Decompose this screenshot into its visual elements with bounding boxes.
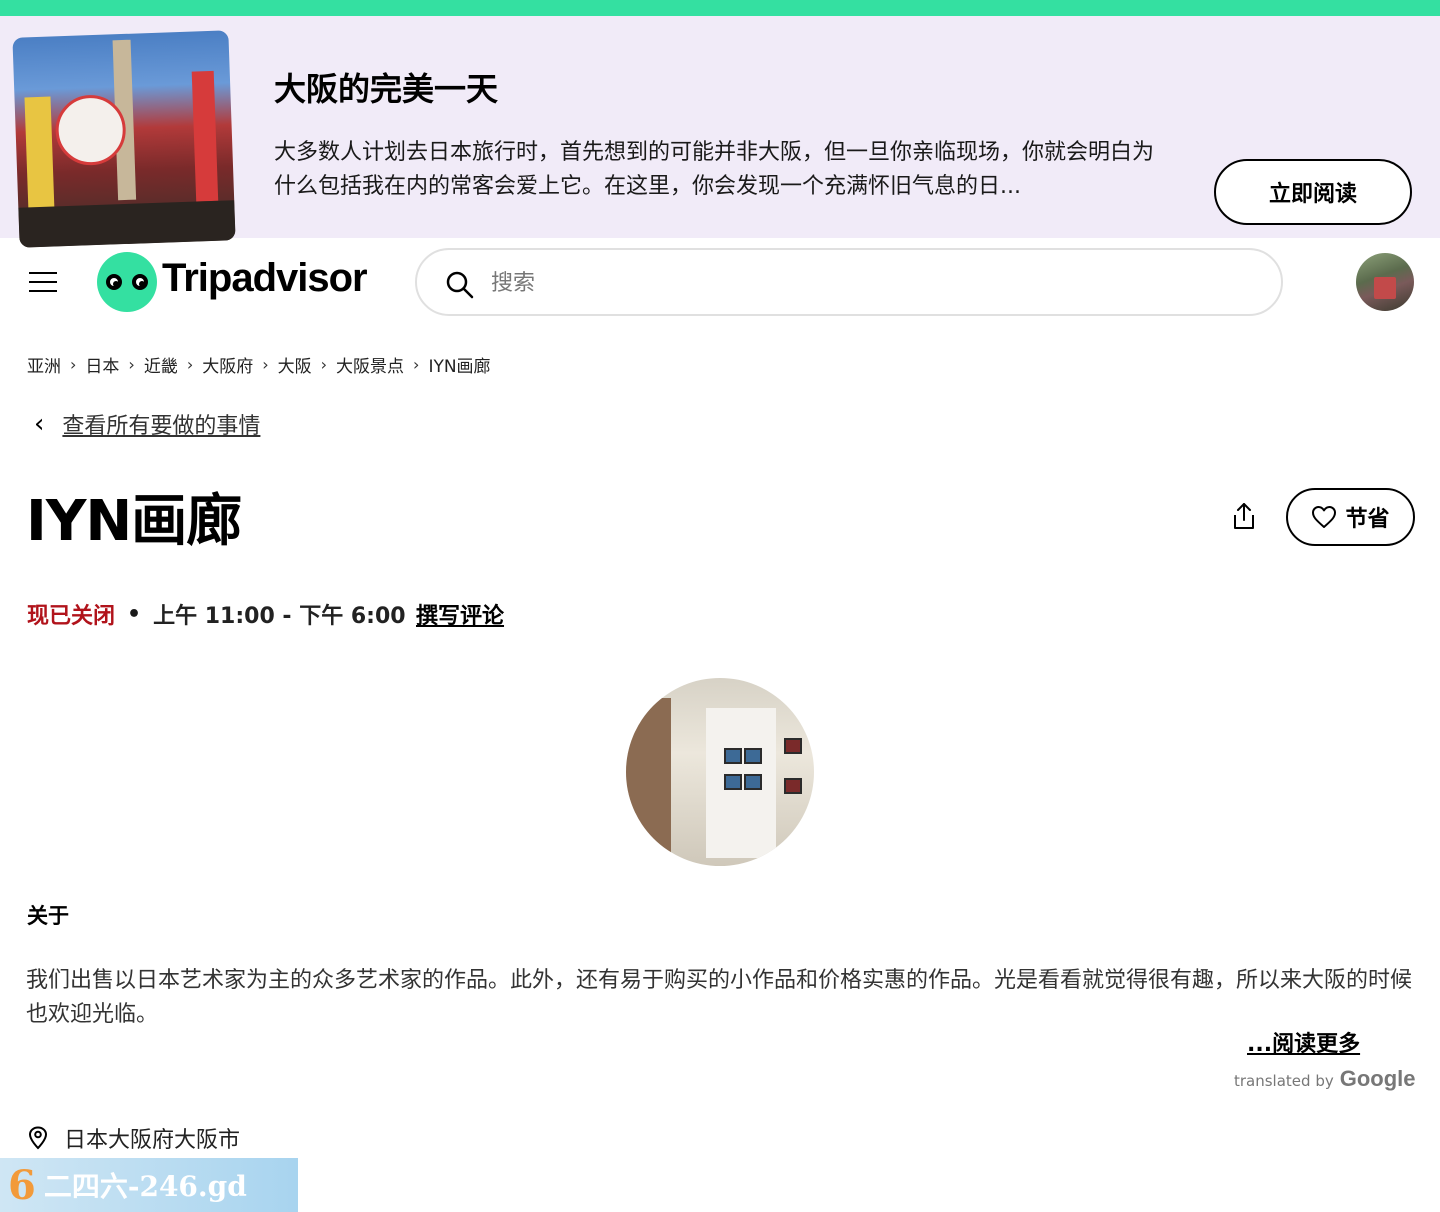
breadcrumb: 亚洲 › 日本 › 近畿 › 大阪府 › 大阪 › 大阪景点 › IYN画廊 bbox=[27, 352, 491, 377]
breadcrumb-item-osaka-attractions[interactable]: 大阪景点 bbox=[336, 352, 404, 377]
promo-image-street bbox=[18, 200, 236, 248]
breadcrumb-item-japan[interactable]: 日本 bbox=[85, 352, 119, 377]
page-title: IYN画廊 bbox=[26, 489, 242, 554]
promo-image[interactable] bbox=[12, 30, 236, 248]
write-review-link[interactable]: 撰写评论 bbox=[416, 598, 504, 630]
watermark-text: 二四六-246.gd bbox=[43, 1170, 247, 1203]
chevron-right-icon: › bbox=[186, 355, 194, 374]
menu-icon[interactable] bbox=[29, 272, 57, 292]
search-icon bbox=[446, 271, 474, 299]
address-text: 日本大阪府大阪市 bbox=[64, 1128, 241, 1153]
promo-banner: 大阪的完美一天 大多数人计划去日本旅行时，首先想到的可能并非大阪，但一旦你亲临现… bbox=[0, 16, 1440, 248]
closed-status: 现已关闭 bbox=[27, 604, 116, 629]
read-now-button[interactable]: 立即阅读 bbox=[1214, 159, 1412, 225]
opening-hours: 现已关闭 • 上午 11:00 - 下午 6:00 bbox=[27, 598, 406, 630]
breadcrumb-item-kinki[interactable]: 近畿 bbox=[144, 352, 178, 377]
watermark-overlay: 6 二四六-246.gd bbox=[0, 1158, 298, 1212]
top-accent-bar bbox=[0, 0, 1440, 16]
translated-by-label: translated by bbox=[1234, 1072, 1334, 1090]
tripadvisor-wordmark[interactable]: Tripadvisor bbox=[162, 256, 368, 301]
chevron-right-icon: › bbox=[70, 355, 77, 374]
read-more-link[interactable]: ...阅读更多 bbox=[1247, 1026, 1360, 1058]
share-icon bbox=[1234, 503, 1254, 529]
promo-image-sign bbox=[191, 70, 219, 202]
avatar[interactable] bbox=[1356, 253, 1414, 311]
watermark-logo: 6 bbox=[8, 1161, 36, 1209]
about-description: 我们出售以日本艺术家为主的众多艺术家的作品。此外，还有易于购买的小作品和价格实惠… bbox=[26, 968, 1413, 1027]
back-to-things-to-do-link[interactable]: ‹ 查看所有要做的事情 bbox=[34, 408, 260, 440]
google-logo: Google bbox=[1339, 1066, 1416, 1091]
back-link-label[interactable]: 查看所有要做的事情 bbox=[62, 408, 260, 440]
search-input[interactable] bbox=[489, 264, 1253, 302]
search-bar[interactable] bbox=[415, 248, 1283, 316]
hours-range[interactable]: 上午 11:00 - 下午 6:00 bbox=[153, 598, 406, 630]
chevron-right-icon: › bbox=[128, 355, 135, 374]
promo-image-sign bbox=[24, 96, 55, 218]
breadcrumb-item-asia[interactable]: 亚洲 bbox=[27, 352, 61, 377]
attraction-photo[interactable] bbox=[626, 678, 814, 866]
promo-title: 大阪的完美一天 bbox=[274, 70, 499, 108]
chevron-right-icon: › bbox=[413, 355, 420, 374]
about-heading: 关于 bbox=[27, 904, 69, 928]
location-pin-icon bbox=[28, 1126, 48, 1150]
tripadvisor-owl-logo[interactable] bbox=[97, 252, 157, 312]
address[interactable]: 日本大阪府大阪市 bbox=[28, 1122, 240, 1154]
breadcrumb-item-current: IYN画廊 bbox=[428, 357, 491, 377]
heart-icon bbox=[1312, 506, 1337, 528]
chevron-right-icon: › bbox=[262, 355, 269, 374]
save-button-label: 节省 bbox=[1345, 507, 1390, 532]
save-button[interactable]: 节省 bbox=[1286, 488, 1415, 546]
breadcrumb-item-osaka[interactable]: 大阪 bbox=[278, 352, 312, 377]
chevron-right-icon: › bbox=[320, 355, 328, 374]
translated-by-google: translated by Google bbox=[1234, 1066, 1416, 1092]
separator-dot: • bbox=[127, 601, 142, 627]
chevron-left-icon: ‹ bbox=[34, 409, 45, 439]
promo-description: 大多数人计划去日本旅行时，首先想到的可能并非大阪，但一旦你亲临现场，你就会明白为… bbox=[274, 140, 1155, 199]
share-button[interactable] bbox=[1230, 501, 1258, 531]
breadcrumb-item-osaka-prefecture[interactable]: 大阪府 bbox=[202, 352, 253, 377]
